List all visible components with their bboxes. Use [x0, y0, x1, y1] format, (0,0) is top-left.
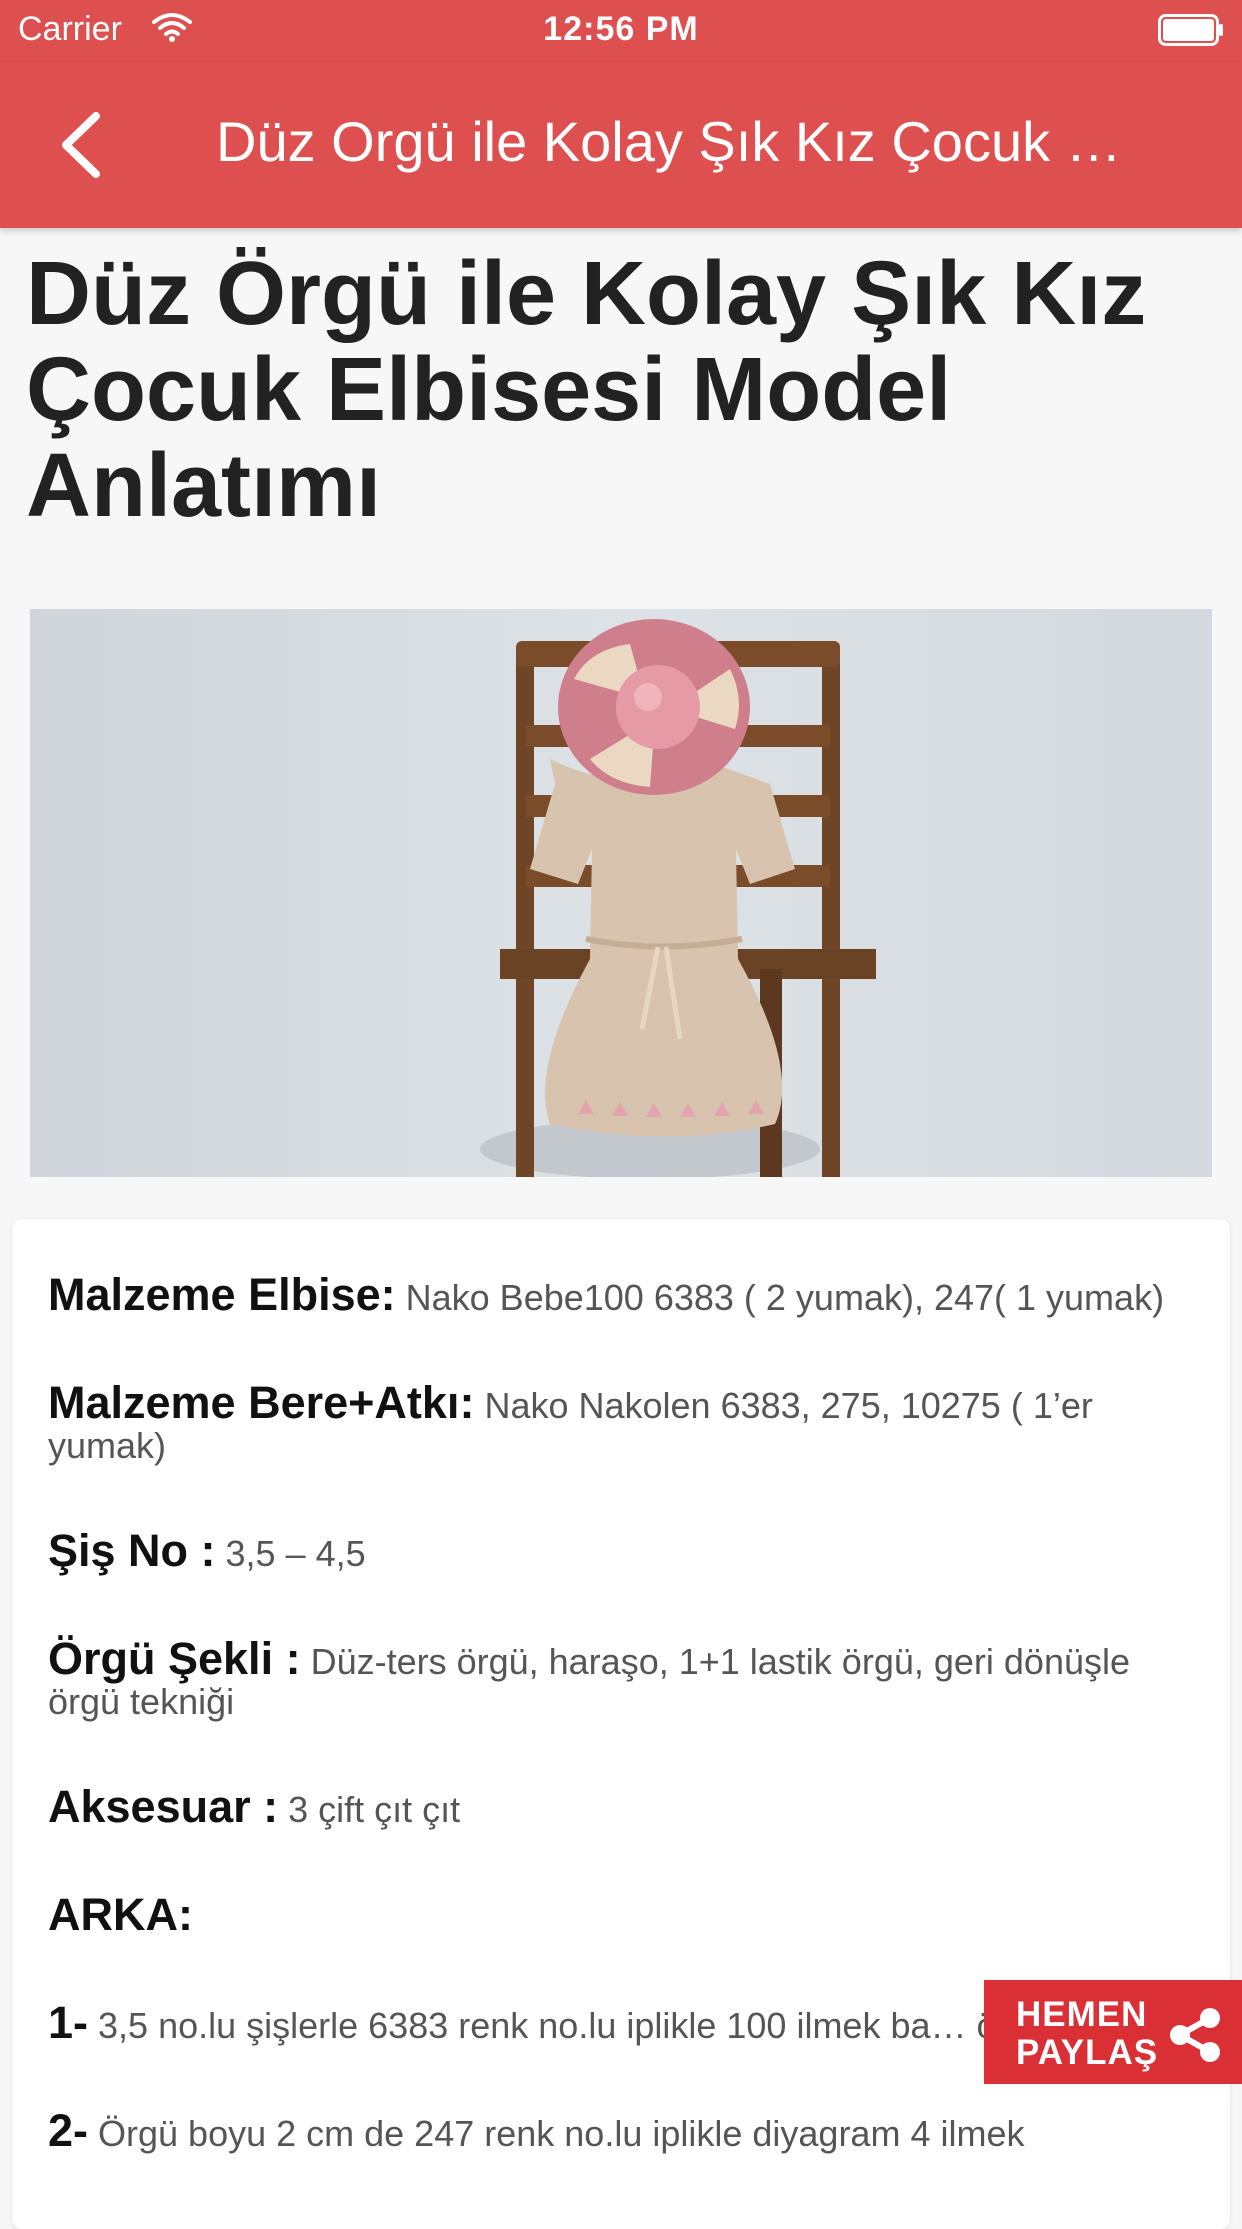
paragraph-label: Örgü Şekli : [48, 1633, 301, 1684]
share-label-line2: PAYLAŞ [1016, 2033, 1159, 2072]
nav-bar: Düz Orgü ile Kolay Şık Kız Çocuk … [0, 62, 1242, 228]
section-heading-arka: ARKA: [48, 1892, 1190, 1938]
battery-icon [1158, 14, 1223, 46]
share-button-label: HEMEN PAYLAŞ [1016, 1996, 1158, 2072]
paragraph-text: Nako Bebe100 6383 ( 2 yumak), 247( 1 yum… [395, 1277, 1165, 1318]
paragraph-label: ARKA: [48, 1889, 193, 1940]
paragraph-orgu-sekli: Örgü Şekli : Düz-ters örgü, haraşo, 1+1 … [48, 1636, 1190, 1722]
paragraph-label: 2- [48, 2105, 89, 2156]
paragraph-text: 3 çift çıt çıt [278, 1789, 461, 1830]
paragraph-sis-no: Şiş No : 3,5 – 4,5 [48, 1528, 1190, 1574]
paragraph-malzeme-elbise: Malzeme Elbise: Nako Bebe100 6383 ( 2 yu… [48, 1272, 1190, 1318]
share-now-button[interactable]: HEMEN PAYLAŞ [984, 1980, 1242, 2084]
paragraph-aksesuar: Aksesuar : 3 çift çıt çıt [48, 1784, 1190, 1830]
paragraph-label: 1- [48, 1997, 89, 2048]
paragraph-label: Malzeme Elbise: [48, 1269, 396, 1320]
nav-title: Düz Orgü ile Kolay Şık Kız Çocuk … [216, 110, 1122, 173]
paragraph-text: Örgü boyu 2 cm de 247 renk no.lu iplikle… [88, 2113, 1025, 2154]
paragraph-text: 3,5 no.lu şişlerle 6383 renk no.lu iplik… [88, 2005, 1077, 2046]
share-icon [1170, 2008, 1220, 2062]
status-bar: Carrier 12:56 PM [0, 0, 1242, 62]
back-chevron-icon[interactable] [56, 110, 106, 180]
paragraph-text: 3,5 – 4,5 [215, 1533, 366, 1574]
paragraph-step-2: 2- Örgü boyu 2 cm de 247 renk no.lu ipli… [48, 2108, 1190, 2154]
article-image [30, 609, 1212, 1177]
paragraph-malzeme-bere-atki: Malzeme Bere+Atkı: Nako Nakolen 6383, 27… [48, 1380, 1190, 1466]
paragraph-label: Malzeme Bere+Atkı: [48, 1377, 475, 1428]
paragraph-label: Aksesuar : [48, 1781, 279, 1832]
knitted-dress-photo [30, 609, 1212, 1177]
status-time: 12:56 PM [543, 10, 699, 48]
article-title: Düz Örgü ile Kolay Şık Kız Çocuk Elbises… [26, 244, 1147, 536]
paragraph-label: Şiş No : [48, 1525, 216, 1576]
share-label-line1: HEMEN [1016, 1995, 1148, 2034]
